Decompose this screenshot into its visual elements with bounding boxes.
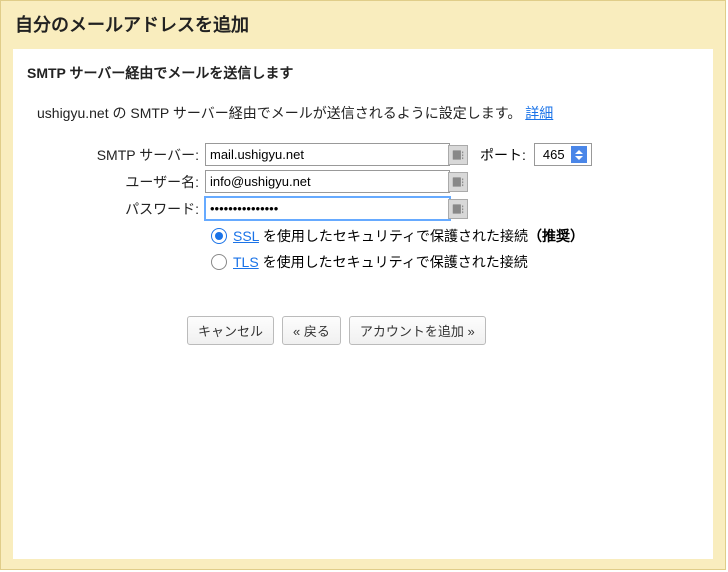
back-button[interactable]: « 戻る bbox=[282, 316, 341, 345]
smtp-row: SMTP サーバー: ポート: 465 bbox=[37, 143, 699, 166]
username-row: ユーザー名: bbox=[37, 170, 699, 193]
tls-link[interactable]: TLS bbox=[233, 254, 259, 270]
ssl-link[interactable]: SSL bbox=[233, 228, 259, 244]
port-label: ポート: bbox=[480, 145, 526, 165]
ssl-label: SSL を使用したセキュリティで保護された接続（推奨） bbox=[233, 226, 584, 246]
details-link[interactable]: 詳細 bbox=[525, 105, 553, 121]
contacts-icon bbox=[448, 145, 468, 165]
smtp-server-input[interactable] bbox=[205, 143, 450, 166]
panel-subtitle: SMTP サーバー経由でメールを送信します bbox=[27, 63, 699, 103]
username-label: ユーザー名: bbox=[37, 172, 205, 192]
tls-text: を使用したセキュリティで保護された接続 bbox=[259, 254, 528, 270]
dialog-container: 自分のメールアドレスを追加 SMTP サーバー経由でメールを送信します ushi… bbox=[0, 0, 726, 570]
ssl-recommended: （推奨） bbox=[528, 228, 584, 244]
password-input[interactable] bbox=[205, 197, 450, 220]
description-prefix: ushigyu.net の SMTP サーバー経由でメールが送信されるように設定… bbox=[37, 105, 521, 121]
port-select[interactable]: 465 bbox=[534, 143, 592, 166]
tls-radio[interactable] bbox=[211, 254, 227, 270]
tls-label: TLS を使用したセキュリティで保護された接続 bbox=[233, 252, 528, 272]
dialog-title: 自分のメールアドレスを追加 bbox=[1, 1, 725, 47]
contacts-icon bbox=[448, 172, 468, 192]
contacts-icon bbox=[448, 199, 468, 219]
ssl-radio[interactable] bbox=[211, 228, 227, 244]
cancel-button[interactable]: キャンセル bbox=[187, 316, 274, 345]
content-panel: SMTP サーバー経由でメールを送信します ushigyu.net の SMTP… bbox=[13, 49, 713, 559]
description-text: ushigyu.net の SMTP サーバー経由でメールが送信されるように設定… bbox=[27, 103, 699, 143]
tls-option-row[interactable]: TLS を使用したセキュリティで保護された接続 bbox=[211, 252, 699, 272]
ssl-option-row[interactable]: SSL を使用したセキュリティで保護された接続（推奨） bbox=[211, 226, 699, 246]
smtp-label: SMTP サーバー: bbox=[37, 145, 205, 165]
port-value: 465 bbox=[543, 147, 571, 162]
username-input[interactable] bbox=[205, 170, 450, 193]
password-row: パスワード: bbox=[37, 197, 699, 220]
password-label: パスワード: bbox=[37, 199, 205, 219]
form-table: SMTP サーバー: ポート: 465 ユーザー名: パスワー bbox=[37, 143, 699, 272]
add-account-button[interactable]: アカウントを追加 » bbox=[349, 316, 486, 345]
dropdown-arrow-icon bbox=[571, 146, 587, 163]
button-bar: キャンセル « 戻る アカウントを追加 » bbox=[187, 316, 699, 345]
ssl-text: を使用したセキュリティで保護された接続 bbox=[259, 228, 528, 244]
